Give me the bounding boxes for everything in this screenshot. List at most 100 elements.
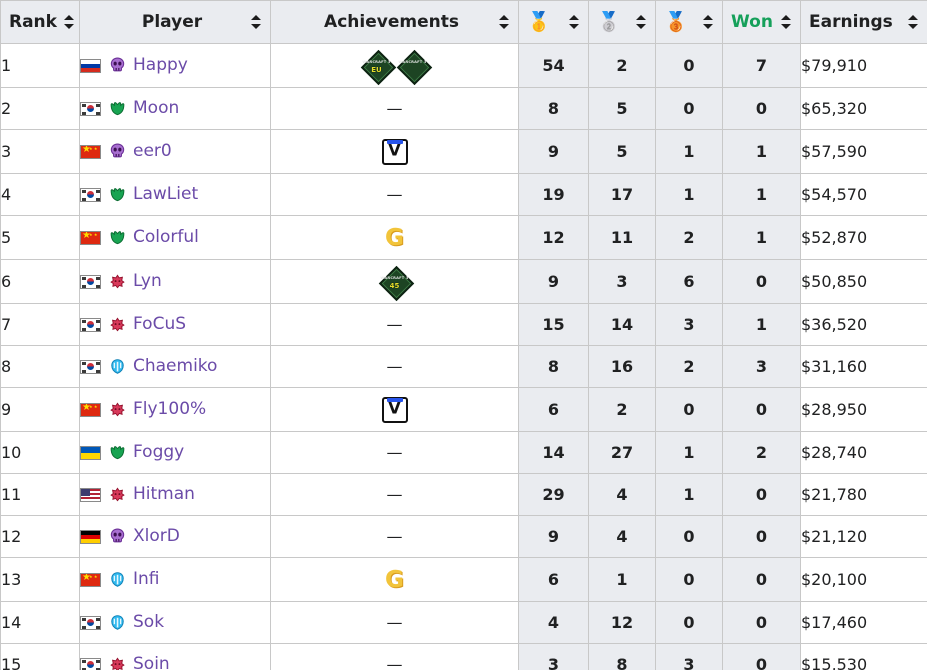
sort-icon[interactable] (499, 14, 510, 30)
cell-achievements: WARCRAFT 3 45 (270, 259, 519, 304)
achievement-badge-v-square[interactable]: V (381, 138, 408, 165)
cell-bronze: 0 (655, 557, 723, 602)
sort-icon[interactable] (908, 14, 919, 30)
achievement-badge-gold-g[interactable]: G (382, 567, 408, 593)
achievement-badge-gold-g[interactable]: G (382, 225, 408, 251)
player-link[interactable]: Infi (133, 571, 160, 588)
achievement-badge-v-square[interactable]: V (381, 396, 408, 423)
player-ranking-table: Rank Player Achievements 🥇 🥈 🥉 Won Earni… (0, 0, 927, 670)
player-cell: LawLiet (80, 186, 270, 204)
column-header-silver-medals[interactable]: 🥈 (588, 0, 656, 44)
player-cell: FoCuS (80, 316, 270, 334)
race-icon-night-elf (108, 186, 126, 204)
flag-icon-de (80, 529, 101, 544)
column-header-rank[interactable]: Rank (0, 0, 80, 44)
race-icon-human (108, 614, 126, 632)
column-header-earnings[interactable]: Earnings (800, 0, 927, 44)
sort-icon[interactable] (63, 14, 75, 30)
cell-player: Chaemiko (79, 345, 271, 388)
sort-icon[interactable] (636, 14, 647, 30)
header-row: Rank Player Achievements 🥇 🥈 🥉 Won Earni… (0, 0, 927, 44)
cell-gold: 15 (518, 303, 589, 346)
cell-won: 0 (722, 387, 801, 432)
cell-silver: 5 (588, 87, 656, 130)
cell-bronze: 0 (655, 515, 723, 558)
player-cell: Happy (80, 57, 270, 75)
badge-glyph: V (388, 140, 401, 160)
cell-player: Sok (79, 601, 271, 644)
player-link[interactable]: Sok (133, 614, 164, 631)
cell-player: Colorful (79, 215, 271, 260)
empty-value: — (386, 99, 403, 118)
cell-won: 0 (722, 601, 801, 644)
badge-title: WARCRAFT 3 (398, 59, 427, 64)
empty-value: — (386, 357, 403, 376)
player-link[interactable]: Foggy (133, 444, 184, 461)
player-link[interactable]: Hitman (133, 486, 195, 503)
achievement-badge-warcraft3[interactable]: WARCRAFT 3 EU (360, 49, 397, 86)
achievements-wrap: — (271, 315, 518, 334)
cell-rank: 14 (0, 601, 80, 644)
player-link[interactable]: eer0 (133, 143, 172, 160)
cell-player: Hitman (79, 473, 271, 516)
cell-achievements: — (270, 473, 519, 516)
cell-earnings: $31,160 (800, 345, 927, 388)
player-link[interactable]: FoCuS (133, 316, 186, 333)
sort-icon[interactable] (250, 14, 262, 30)
cell-rank: 2 (0, 87, 80, 130)
table-body: 1 Happy WARCRAFT 3 EU WARCRAFT 3 54 2 0 7 $79,910… (0, 43, 927, 670)
column-header-won[interactable]: Won (722, 0, 801, 44)
race-icon-orc (108, 486, 126, 504)
player-link[interactable]: Colorful (133, 229, 199, 246)
cell-gold: 3 (518, 643, 589, 670)
player-link[interactable]: Chaemiko (133, 358, 217, 375)
cell-player: eer0 (79, 129, 271, 174)
cell-earnings: $15,530 (800, 643, 927, 670)
cell-player: Lyn (79, 259, 271, 304)
column-header-achievements[interactable]: Achievements (270, 0, 519, 44)
flag-icon-kr (80, 317, 101, 332)
player-link[interactable]: Fly100% (133, 401, 206, 418)
player-link[interactable]: LawLiet (133, 186, 198, 203)
player-cell: Foggy (80, 444, 270, 462)
badge-title: WARCRAFT 3 (362, 59, 391, 64)
achievements-wrap: — (271, 99, 518, 118)
cell-silver: 3 (588, 259, 656, 304)
player-link[interactable]: Soin (133, 656, 170, 670)
achievements-wrap: WARCRAFT 3 45 (271, 265, 518, 302)
achievements-wrap: — (271, 185, 518, 204)
player-link[interactable]: Happy (133, 57, 188, 74)
table-header: Rank Player Achievements 🥇 🥈 🥉 Won Earni… (0, 0, 927, 44)
achievements-wrap: — (271, 485, 518, 504)
cell-earnings: $28,950 (800, 387, 927, 432)
player-link[interactable]: XlorD (133, 528, 180, 545)
sort-icon[interactable] (781, 14, 792, 30)
table-row: 15 Soin —3 8 3 0 $15,530 (0, 643, 927, 670)
sort-icon[interactable] (569, 14, 580, 30)
column-header-bronze-medals[interactable]: 🥉 (655, 0, 723, 44)
table-row: 5 Colorful G 121121$52,870 (0, 215, 927, 260)
table-row: 1 Happy WARCRAFT 3 EU WARCRAFT 3 54 2 0 7 $79,910 (0, 43, 927, 88)
player-link[interactable]: Lyn (133, 273, 162, 290)
player-link[interactable]: Moon (133, 100, 179, 117)
column-header-player[interactable]: Player (79, 0, 271, 44)
flag-icon-kr (80, 187, 101, 202)
achievement-badge-warcraft3[interactable]: WARCRAFT 3 45 (378, 265, 415, 302)
cell-silver: 2 (588, 387, 656, 432)
race-icon-undead (108, 143, 126, 161)
cell-earnings: $17,460 (800, 601, 927, 644)
badge-title: WARCRAFT 3 (380, 275, 409, 280)
player-cell: Moon (80, 100, 270, 118)
flag-icon-kr (80, 615, 101, 630)
column-header-gold-medals[interactable]: 🥇 (518, 0, 589, 44)
achievements-wrap: — (271, 443, 518, 462)
cell-bronze: 0 (655, 43, 723, 88)
sort-icon[interactable] (703, 14, 714, 30)
cell-silver: 8 (588, 643, 656, 670)
cell-rank: 9 (0, 387, 80, 432)
cell-won: 1 (722, 303, 801, 346)
cell-silver: 11 (588, 215, 656, 260)
achievement-badge-warcraft3[interactable]: WARCRAFT 3 (396, 49, 433, 86)
achievements-wrap: — (271, 613, 518, 632)
cell-bronze: 1 (655, 431, 723, 474)
